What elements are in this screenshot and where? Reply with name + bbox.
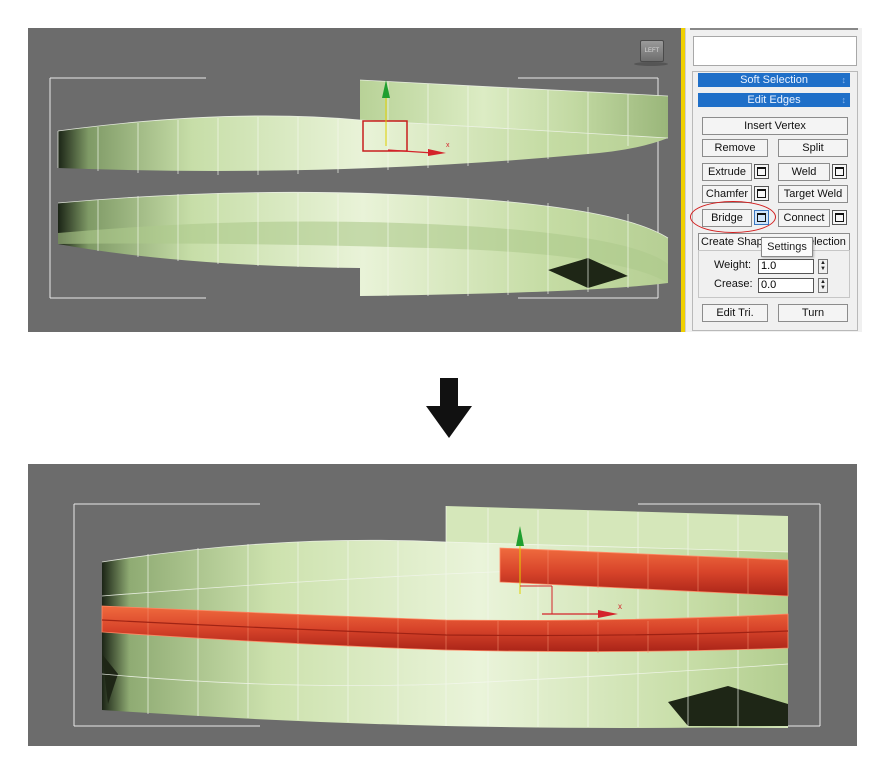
bridge-highlight-annotation [690,201,776,233]
panel-divider [690,28,858,30]
spiral-mesh-before: x [49,77,669,299]
viewport-after[interactable]: x [28,464,857,746]
extrude-button[interactable]: Extrude [702,163,752,181]
edit-tri-button[interactable]: Edit Tri. [702,304,768,322]
edit-edges-label: Edit Edges [747,94,801,106]
remove-button[interactable]: Remove [702,139,768,157]
crease-field[interactable]: 0.0 [758,278,814,293]
expand-icon: ↕ [841,75,847,85]
weld-settings-icon[interactable] [832,164,847,179]
view-cube[interactable]: LEFT [640,40,664,62]
turn-button[interactable]: Turn [778,304,848,322]
modifier-stack-box[interactable] [693,36,857,66]
viewport-before[interactable]: x LEFT [28,28,681,332]
weld-button[interactable]: Weld [778,163,830,181]
weight-spinner[interactable]: ▲ ▼ [818,259,828,274]
soft-selection-rollout[interactable]: Soft Selection ↕ [698,73,850,87]
settings-tooltip: Settings [761,237,813,257]
crease-spinner[interactable]: ▲ ▼ [818,278,828,293]
edit-edges-rollout[interactable]: Edit Edges ↕ [698,93,850,107]
weight-field[interactable]: 1.0 [758,259,814,274]
connect-button[interactable]: Connect [778,209,830,227]
command-panel: Soft Selection ↕ Edit Edges ↕ Insert Ver… [685,28,862,332]
extrude-settings-icon[interactable] [754,164,769,179]
connect-settings-icon[interactable] [832,210,847,225]
target-weld-button[interactable]: Target Weld [778,185,848,203]
crease-label: Crease: [714,278,753,290]
view-cube-base [634,62,668,66]
spiral-mesh-after: x [73,503,821,728]
collapse-icon: ↕ [841,95,847,105]
chamfer-settings-icon[interactable] [754,186,769,201]
weight-label: Weight: [714,259,752,271]
split-button[interactable]: Split [778,139,848,157]
axis-x-label: x [618,602,622,611]
axis-x-label: x [446,142,450,149]
soft-selection-label: Soft Selection [740,74,808,86]
insert-vertex-button[interactable]: Insert Vertex [702,117,848,135]
down-arrow-icon [426,378,472,438]
